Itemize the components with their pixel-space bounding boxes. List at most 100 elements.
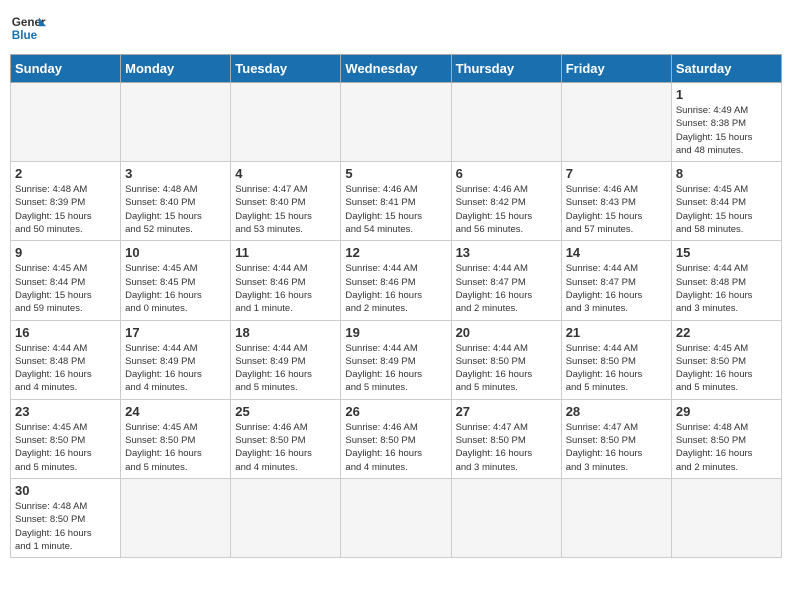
day-number: 29 <box>676 404 777 419</box>
calendar-cell <box>341 83 451 162</box>
weekday-header-thursday: Thursday <box>451 55 561 83</box>
day-info: Sunrise: 4:49 AM Sunset: 8:38 PM Dayligh… <box>676 104 777 157</box>
day-number: 9 <box>15 245 116 260</box>
calendar-cell <box>561 478 671 557</box>
day-info: Sunrise: 4:46 AM Sunset: 8:50 PM Dayligh… <box>345 421 446 474</box>
day-info: Sunrise: 4:44 AM Sunset: 8:48 PM Dayligh… <box>15 342 116 395</box>
day-number: 17 <box>125 325 226 340</box>
calendar-cell <box>231 83 341 162</box>
calendar-cell: 26 Sunrise: 4:46 AM Sunset: 8:50 PM Dayli… <box>341 399 451 478</box>
day-info: Sunrise: 4:46 AM Sunset: 8:42 PM Dayligh… <box>456 183 557 236</box>
day-info: Sunrise: 4:44 AM Sunset: 8:49 PM Dayligh… <box>235 342 336 395</box>
day-info: Sunrise: 4:45 AM Sunset: 8:44 PM Dayligh… <box>676 183 777 236</box>
day-number: 2 <box>15 166 116 181</box>
calendar-cell: 13 Sunrise: 4:44 AM Sunset: 8:47 PM Dayli… <box>451 241 561 320</box>
day-info: Sunrise: 4:47 AM Sunset: 8:50 PM Dayligh… <box>566 421 667 474</box>
calendar-cell: 6 Sunrise: 4:46 AM Sunset: 8:42 PM Daylig… <box>451 162 561 241</box>
calendar-cell: 19 Sunrise: 4:44 AM Sunset: 8:49 PM Dayli… <box>341 320 451 399</box>
day-info: Sunrise: 4:44 AM Sunset: 8:50 PM Dayligh… <box>566 342 667 395</box>
weekday-header-tuesday: Tuesday <box>231 55 341 83</box>
day-number: 26 <box>345 404 446 419</box>
day-number: 25 <box>235 404 336 419</box>
week-row-6: 30Sunrise: 4:48 AM Sunset: 8:50 PM Dayli… <box>11 478 782 557</box>
day-info: Sunrise: 4:44 AM Sunset: 8:46 PM Dayligh… <box>345 262 446 315</box>
day-number: 18 <box>235 325 336 340</box>
day-info: Sunrise: 4:45 AM Sunset: 8:50 PM Dayligh… <box>15 421 116 474</box>
day-info: Sunrise: 4:44 AM Sunset: 8:50 PM Dayligh… <box>456 342 557 395</box>
calendar-cell: 7 Sunrise: 4:46 AM Sunset: 8:43 PM Daylig… <box>561 162 671 241</box>
day-number: 15 <box>676 245 777 260</box>
calendar-cell: 18 Sunrise: 4:44 AM Sunset: 8:49 PM Dayli… <box>231 320 341 399</box>
week-row-4: 16Sunrise: 4:44 AM Sunset: 8:48 PM Dayli… <box>11 320 782 399</box>
week-row-5: 23 Sunrise: 4:45 AM Sunset: 8:50 PM Dayli… <box>11 399 782 478</box>
calendar-cell: 17Sunrise: 4:44 AM Sunset: 8:49 PM Dayli… <box>121 320 231 399</box>
calendar-cell: 15Sunrise: 4:44 AM Sunset: 8:48 PM Dayli… <box>671 241 781 320</box>
day-number: 14 <box>566 245 667 260</box>
day-info: Sunrise: 4:45 AM Sunset: 8:50 PM Dayligh… <box>125 421 226 474</box>
day-number: 7 <box>566 166 667 181</box>
calendar-cell <box>341 478 451 557</box>
calendar-cell: 23 Sunrise: 4:45 AM Sunset: 8:50 PM Dayli… <box>11 399 121 478</box>
day-number: 20 <box>456 325 557 340</box>
calendar-cell: 9 Sunrise: 4:45 AM Sunset: 8:44 PM Daylig… <box>11 241 121 320</box>
day-info: Sunrise: 4:45 AM Sunset: 8:45 PM Dayligh… <box>125 262 226 315</box>
weekday-header-monday: Monday <box>121 55 231 83</box>
day-info: Sunrise: 4:44 AM Sunset: 8:49 PM Dayligh… <box>345 342 446 395</box>
calendar-cell <box>451 83 561 162</box>
calendar-cell <box>561 83 671 162</box>
day-number: 3 <box>125 166 226 181</box>
calendar-cell <box>231 478 341 557</box>
week-row-1: 1Sunrise: 4:49 AM Sunset: 8:38 PM Daylig… <box>11 83 782 162</box>
day-info: Sunrise: 4:45 AM Sunset: 8:50 PM Dayligh… <box>676 342 777 395</box>
day-info: Sunrise: 4:46 AM Sunset: 8:50 PM Dayligh… <box>235 421 336 474</box>
day-number: 11 <box>235 245 336 260</box>
calendar-cell: 25 Sunrise: 4:46 AM Sunset: 8:50 PM Dayli… <box>231 399 341 478</box>
calendar-cell: 8Sunrise: 4:45 AM Sunset: 8:44 PM Daylig… <box>671 162 781 241</box>
calendar-cell: 2 Sunrise: 4:48 AM Sunset: 8:39 PM Daylig… <box>11 162 121 241</box>
day-info: Sunrise: 4:46 AM Sunset: 8:43 PM Dayligh… <box>566 183 667 236</box>
day-number: 22 <box>676 325 777 340</box>
day-number: 13 <box>456 245 557 260</box>
weekday-header-sunday: Sunday <box>11 55 121 83</box>
calendar-cell: 22 Sunrise: 4:45 AM Sunset: 8:50 PM Dayli… <box>671 320 781 399</box>
calendar-cell <box>121 478 231 557</box>
calendar-cell: 3 Sunrise: 4:48 AM Sunset: 8:40 PM Daylig… <box>121 162 231 241</box>
calendar-cell: 14Sunrise: 4:44 AM Sunset: 8:47 PM Dayli… <box>561 241 671 320</box>
day-number: 5 <box>345 166 446 181</box>
day-info: Sunrise: 4:48 AM Sunset: 8:40 PM Dayligh… <box>125 183 226 236</box>
calendar-cell: 21 Sunrise: 4:44 AM Sunset: 8:50 PM Dayli… <box>561 320 671 399</box>
day-number: 27 <box>456 404 557 419</box>
day-info: Sunrise: 4:45 AM Sunset: 8:44 PM Dayligh… <box>15 262 116 315</box>
calendar-cell: 29 Sunrise: 4:48 AM Sunset: 8:50 PM Dayli… <box>671 399 781 478</box>
calendar-cell: 5 Sunrise: 4:46 AM Sunset: 8:41 PM Daylig… <box>341 162 451 241</box>
calendar-body: 1Sunrise: 4:49 AM Sunset: 8:38 PM Daylig… <box>11 83 782 558</box>
calendar-cell: 20 Sunrise: 4:44 AM Sunset: 8:50 PM Dayli… <box>451 320 561 399</box>
calendar-cell: 30Sunrise: 4:48 AM Sunset: 8:50 PM Dayli… <box>11 478 121 557</box>
calendar-cell <box>11 83 121 162</box>
day-info: Sunrise: 4:48 AM Sunset: 8:39 PM Dayligh… <box>15 183 116 236</box>
weekday-header-saturday: Saturday <box>671 55 781 83</box>
calendar-cell: 28Sunrise: 4:47 AM Sunset: 8:50 PM Dayli… <box>561 399 671 478</box>
day-number: 24 <box>125 404 226 419</box>
day-number: 10 <box>125 245 226 260</box>
day-number: 30 <box>15 483 116 498</box>
day-info: Sunrise: 4:47 AM Sunset: 8:40 PM Dayligh… <box>235 183 336 236</box>
day-number: 19 <box>345 325 446 340</box>
svg-text:Blue: Blue <box>12 29 38 42</box>
day-number: 23 <box>15 404 116 419</box>
calendar-cell: 1Sunrise: 4:49 AM Sunset: 8:38 PM Daylig… <box>671 83 781 162</box>
weekday-header-row: SundayMondayTuesdayWednesdayThursdayFrid… <box>11 55 782 83</box>
calendar-cell <box>121 83 231 162</box>
day-info: Sunrise: 4:46 AM Sunset: 8:41 PM Dayligh… <box>345 183 446 236</box>
day-info: Sunrise: 4:44 AM Sunset: 8:47 PM Dayligh… <box>456 262 557 315</box>
day-number: 4 <box>235 166 336 181</box>
calendar-cell: 16Sunrise: 4:44 AM Sunset: 8:48 PM Dayli… <box>11 320 121 399</box>
logo: General Blue <box>10 10 46 46</box>
day-number: 6 <box>456 166 557 181</box>
week-row-3: 9 Sunrise: 4:45 AM Sunset: 8:44 PM Daylig… <box>11 241 782 320</box>
weekday-header-wednesday: Wednesday <box>341 55 451 83</box>
week-row-2: 2 Sunrise: 4:48 AM Sunset: 8:39 PM Daylig… <box>11 162 782 241</box>
day-info: Sunrise: 4:48 AM Sunset: 8:50 PM Dayligh… <box>676 421 777 474</box>
day-number: 21 <box>566 325 667 340</box>
calendar-cell <box>451 478 561 557</box>
